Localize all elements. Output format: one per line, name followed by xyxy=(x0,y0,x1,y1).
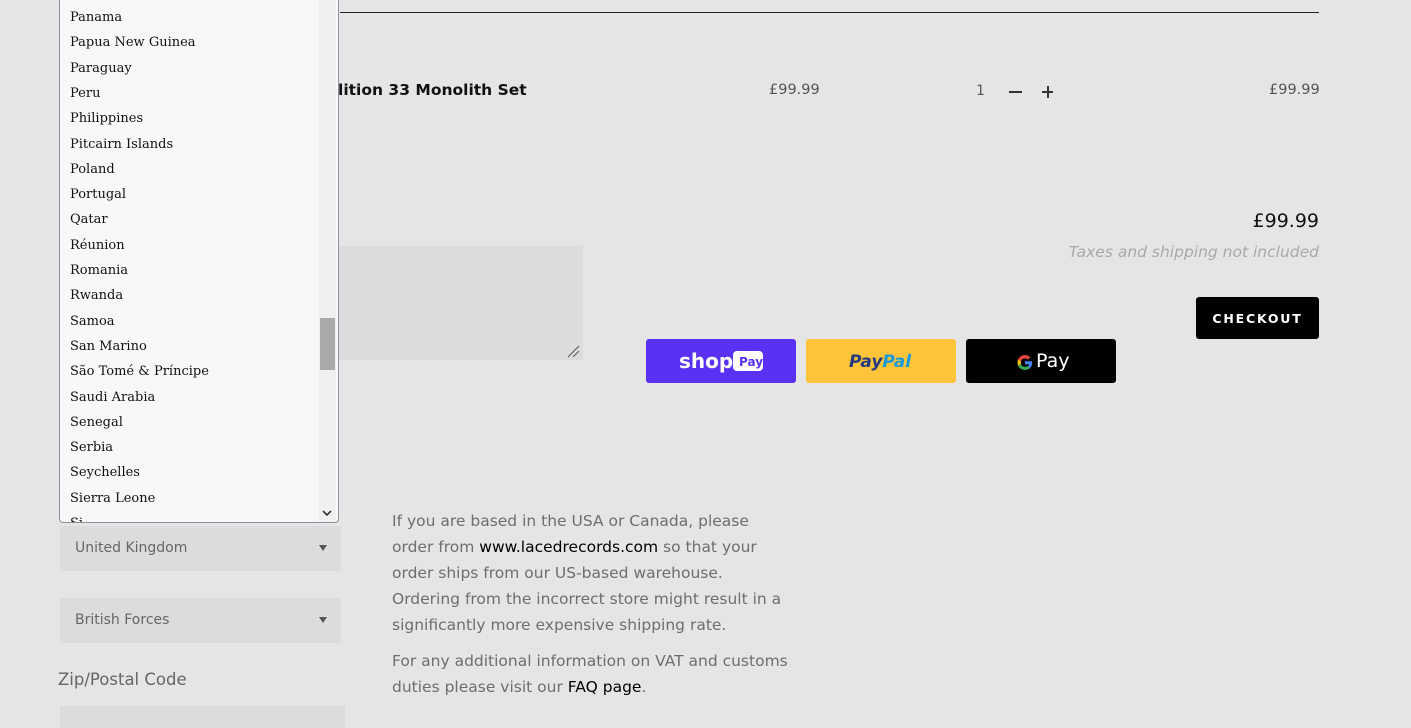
svg-text:shop: shop xyxy=(679,349,733,373)
decrease-quantity-button[interactable] xyxy=(1006,80,1026,102)
zip-postal-code-label: Zip/Postal Code xyxy=(58,670,187,689)
scrollbar-thumb[interactable] xyxy=(320,318,335,370)
paypal-button[interactable]: PayPal xyxy=(806,339,956,383)
province-select[interactable]: British Forces xyxy=(60,598,341,643)
faq-page-link[interactable]: FAQ page xyxy=(568,678,642,696)
checkout-button[interactable]: CHECKOUT xyxy=(1196,297,1319,339)
tax-shipping-note: Taxes and shipping not included xyxy=(1068,243,1319,261)
increase-quantity-button[interactable] xyxy=(1038,80,1058,102)
country-option[interactable]: Panama xyxy=(70,5,122,30)
country-option[interactable]: Peru xyxy=(70,81,100,106)
country-option[interactable]: Samoa xyxy=(70,309,115,334)
usa-canada-notice: If you are based in the USA or Canada, p… xyxy=(392,508,792,638)
country-option[interactable]: São Tomé & Príncipe xyxy=(70,359,209,384)
resize-grip-icon[interactable] xyxy=(566,344,580,358)
country-option[interactable]: Serbia xyxy=(70,435,113,460)
country-selected-value: United Kingdom xyxy=(75,540,188,556)
svg-text:Pay: Pay xyxy=(1036,350,1070,372)
dropdown-arrow-icon xyxy=(319,545,327,551)
country-option[interactable]: Philippines xyxy=(70,106,143,131)
product-title[interactable]: lition 33 Monolith Set xyxy=(338,81,527,99)
country-option[interactable]: Réunion xyxy=(70,233,125,258)
country-option[interactable]: Rwanda xyxy=(70,283,123,308)
notice-text: . xyxy=(641,678,647,696)
unit-price: £99.99 xyxy=(769,82,820,98)
zip-postal-code-input[interactable] xyxy=(60,706,345,728)
scroll-down-chevron-icon[interactable] xyxy=(321,507,333,519)
country-option[interactable]: Si xyxy=(70,511,83,522)
country-option[interactable]: Romania xyxy=(70,258,128,283)
paypal-logo-icon: PayPal xyxy=(849,352,912,372)
order-notes-textarea[interactable] xyxy=(325,246,583,360)
google-pay-logo-icon: Pay xyxy=(1017,350,1070,372)
country-options: Panama Papua New Guinea Paraguay Peru Philip… xyxy=(60,0,318,522)
laced-records-link[interactable]: www.lacedrecords.com xyxy=(479,538,658,556)
vat-notice: For any additional information on VAT an… xyxy=(392,648,792,700)
country-dropdown-list[interactable]: Panama Papua New Guinea Paraguay Peru Philip… xyxy=(59,0,339,523)
country-option[interactable]: Senegal xyxy=(70,410,123,435)
line-total: £99.99 xyxy=(1269,82,1320,98)
cart-header-divider xyxy=(340,12,1319,13)
dropdown-arrow-icon xyxy=(319,617,327,623)
country-option[interactable]: Sierra Leone xyxy=(70,486,155,511)
country-option[interactable]: Papua New Guinea xyxy=(70,30,196,55)
cart-subtotal: £99.99 xyxy=(1252,210,1319,232)
svg-text:PayPal: PayPal xyxy=(849,352,912,372)
province-selected-value: British Forces xyxy=(75,612,170,628)
dropdown-scrollbar[interactable] xyxy=(319,0,336,522)
svg-text:Pay: Pay xyxy=(739,355,763,369)
quantity-value: 1 xyxy=(976,83,985,99)
country-option[interactable]: Pitcairn Islands xyxy=(70,132,173,157)
country-select[interactable]: United Kingdom xyxy=(60,526,341,571)
shop-pay-logo-icon: shop Pay xyxy=(679,349,763,373)
country-option[interactable]: Portugal xyxy=(70,182,126,207)
shop-pay-button[interactable]: shop Pay xyxy=(646,339,796,383)
country-option[interactable]: Seychelles xyxy=(70,460,140,485)
country-option[interactable]: Saudi Arabia xyxy=(70,385,155,410)
country-option[interactable]: San Marino xyxy=(70,334,147,359)
country-option[interactable]: Qatar xyxy=(70,207,108,232)
country-option[interactable]: Poland xyxy=(70,157,115,182)
country-option[interactable]: Paraguay xyxy=(70,56,132,81)
google-pay-button[interactable]: Pay xyxy=(966,339,1116,383)
